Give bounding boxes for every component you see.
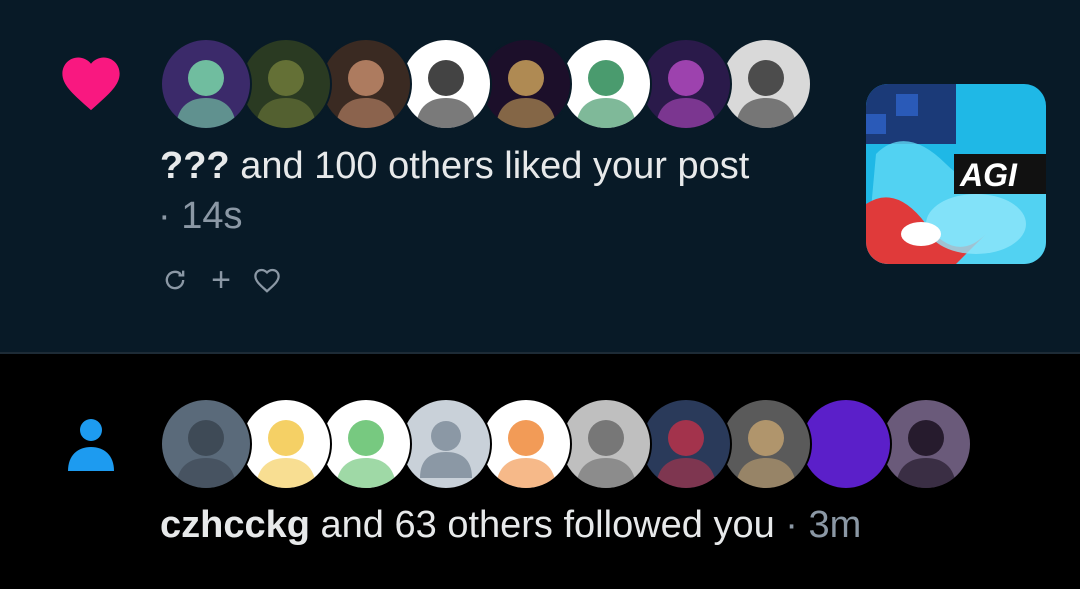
post-thumbnail[interactable]: AGI (866, 84, 1046, 264)
avatar-orange-anime[interactable] (480, 398, 572, 490)
add-icon[interactable]: + (206, 262, 236, 298)
like-message: and 100 others liked your post (240, 145, 750, 187)
avatar-man-standing[interactable] (320, 38, 412, 130)
person-icon (68, 419, 114, 471)
like-summary: ??? and 100 others liked your post (160, 144, 749, 188)
thumbnail-text: AGI (959, 157, 1018, 193)
follow-message: and 63 others followed you (320, 504, 775, 546)
avatar-dark-hair-anime[interactable] (880, 398, 972, 490)
avatar-gray-sketch[interactable] (560, 398, 652, 490)
avatar-dog-statue[interactable] (160, 398, 252, 490)
avatar-springtrap[interactable] (240, 38, 332, 130)
avatar-purple-character[interactable] (640, 38, 732, 130)
like-outline-icon[interactable] (252, 262, 282, 298)
heart-icon (62, 57, 120, 111)
avatar-sketch-skull[interactable] (400, 38, 492, 130)
avatar-default-person[interactable] (400, 398, 492, 490)
like-notification[interactable]: ??? and 100 others liked your post · 14s… (0, 0, 1080, 352)
avatar-bw-manga[interactable] (720, 38, 812, 130)
avatar-half-life[interactable] (720, 398, 812, 490)
avatar-red-striped-legs[interactable] (640, 398, 732, 490)
actor-name[interactable]: czhcckg (160, 504, 310, 546)
avatar-purple-solid[interactable] (800, 398, 892, 490)
post-actions: + (160, 262, 282, 298)
actor-name[interactable]: ??? (160, 145, 230, 187)
follow-summary: czhcckg and 63 others followed you · 3m (160, 503, 861, 547)
post-thumbnail-art-icon: AGI (866, 84, 1046, 264)
follow-timestamp: · 3m (785, 504, 862, 546)
avatar-blonde-anime[interactable] (240, 398, 332, 490)
like-timestamp: · 14s (158, 195, 243, 237)
avatar-monster-grin[interactable] (480, 38, 572, 130)
avatar-gardevoir[interactable] (320, 398, 412, 490)
avatar-ghost-witch[interactable] (160, 38, 252, 130)
repost-icon[interactable] (160, 262, 190, 298)
avatar-pixel-kid[interactable] (560, 38, 652, 130)
